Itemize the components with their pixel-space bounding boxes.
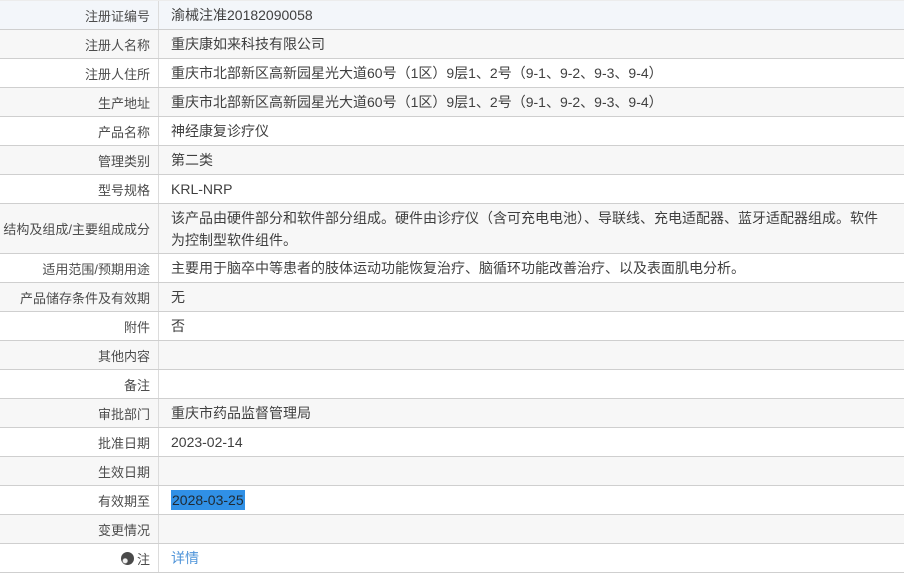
row-label-text: 注: [136, 551, 150, 567]
details-link[interactable]: 详情: [171, 550, 199, 566]
row-label: 附件: [0, 312, 159, 340]
row-label: 管理类别: [0, 146, 159, 174]
row-label-text: 管理类别: [97, 153, 150, 169]
row-label: 注册人住所: [0, 59, 159, 87]
row-value: 否: [171, 318, 185, 334]
table-row: 注册人住所 重庆市北部新区高新园星光大道60号（1区）9层1、2号（9-1、9-…: [0, 59, 904, 88]
row-label-text: 其他内容: [97, 348, 150, 364]
selected-text: 2028-03-25: [171, 490, 245, 510]
row-label: 变更情况: [0, 515, 159, 543]
row-label: 有效期至: [0, 486, 159, 514]
table-row: 适用范围/预期用途 主要用于脑卒中等患者的肢体运动功能恢复治疗、脑循环功能改善治…: [0, 254, 904, 283]
row-label-text: 批准日期: [97, 435, 150, 451]
row-value: 详情: [159, 547, 904, 569]
row-value: 该产品由硬件部分和软件部分组成。硬件由诊疗仪（含可充电电池）、导联线、充电适配器…: [171, 209, 878, 248]
table-row: 管理类别 第二类: [0, 146, 904, 175]
row-value: 重庆市药品监督管理局: [171, 405, 311, 421]
table-row: 产品储存条件及有效期 无: [0, 283, 904, 312]
row-label: 其他内容: [0, 341, 159, 369]
row-label-text: 产品名称: [97, 124, 150, 140]
row-label-text: 审批部门: [97, 406, 150, 422]
row-label-text: 注册证编号: [84, 8, 150, 24]
table-row: 有效期至 2028-03-25: [0, 486, 904, 515]
table-row: 生产地址 重庆市北部新区高新园星光大道60号（1区）9层1、2号（9-1、9-2…: [0, 88, 904, 117]
row-label: 生效日期: [0, 457, 159, 485]
row-value: 渝械注准20182090058: [171, 7, 313, 23]
row-label-text: 型号规格: [97, 182, 150, 198]
row-label-text: 有效期至: [97, 493, 150, 509]
row-label: 型号规格: [0, 175, 159, 203]
row-label-text: 适用范围/预期用途: [42, 261, 150, 277]
row-label: 注册人名称: [0, 30, 159, 58]
table-row: 变更情况: [0, 515, 904, 544]
row-label-text: 结构及组成/主要组成成分: [3, 222, 150, 237]
row-value: KRL-NRP: [171, 181, 233, 197]
row-label: 产品储存条件及有效期: [0, 283, 159, 311]
table-row: 结构及组成/主要组成成分 该产品由硬件部分和软件部分组成。硬件由诊疗仪（含可充电…: [0, 204, 904, 254]
row-label-text: 变更情况: [97, 522, 150, 538]
table-row: 产品名称 神经康复诊疗仪: [0, 117, 904, 146]
row-value: 第二类: [171, 152, 213, 168]
table-row: 批准日期 2023-02-14: [0, 428, 904, 457]
row-label-text: 注册人住所: [84, 66, 150, 82]
table-row: 注册证编号 渝械注准20182090058: [0, 1, 904, 30]
bulb-icon: [120, 551, 134, 565]
row-value: 2028-03-25: [159, 489, 904, 511]
row-label: 生产地址: [0, 88, 159, 116]
table-row: 备注: [0, 370, 904, 399]
table-row: 附件 否: [0, 312, 904, 341]
row-value: 重庆康如来科技有限公司: [171, 36, 325, 52]
row-label: 注册证编号: [0, 1, 159, 29]
table-row: 注册人名称 重庆康如来科技有限公司: [0, 30, 904, 59]
row-label: 结构及组成/主要组成成分: [0, 204, 159, 253]
row-label: 适用范围/预期用途: [0, 254, 159, 282]
row-label: 产品名称: [0, 117, 159, 145]
table-row: 其他内容: [0, 341, 904, 370]
table-row: 审批部门 重庆市药品监督管理局: [0, 399, 904, 428]
table-row: 注 详情: [0, 544, 904, 573]
registration-table: 注册证编号 渝械注准20182090058 注册人名称 重庆康如来科技有限公司 …: [0, 0, 904, 573]
row-value: 重庆市北部新区高新园星光大道60号（1区）9层1、2号（9-1、9-2、9-3、…: [171, 94, 663, 110]
row-value: 重庆市北部新区高新园星光大道60号（1区）9层1、2号（9-1、9-2、9-3、…: [171, 65, 663, 81]
row-label: 审批部门: [0, 399, 159, 427]
row-value: 神经康复诊疗仪: [171, 123, 269, 139]
table-row: 型号规格 KRL-NRP: [0, 175, 904, 204]
row-label: 注: [0, 544, 159, 572]
row-label-text: 备注: [123, 377, 150, 393]
row-label-text: 产品储存条件及有效期: [19, 290, 150, 306]
row-label-text: 注册人名称: [84, 37, 150, 53]
row-label: 备注: [0, 370, 159, 398]
table-row: 生效日期: [0, 457, 904, 486]
row-label: 批准日期: [0, 428, 159, 456]
row-label-text: 生产地址: [97, 95, 150, 111]
row-value: 2023-02-14: [171, 434, 243, 450]
row-label-text: 生效日期: [97, 464, 150, 480]
row-value: 主要用于脑卒中等患者的肢体运动功能恢复治疗、脑循环功能改善治疗、以及表面肌电分析…: [171, 260, 745, 276]
row-value: 无: [171, 289, 185, 305]
row-label-text: 附件: [123, 319, 150, 335]
